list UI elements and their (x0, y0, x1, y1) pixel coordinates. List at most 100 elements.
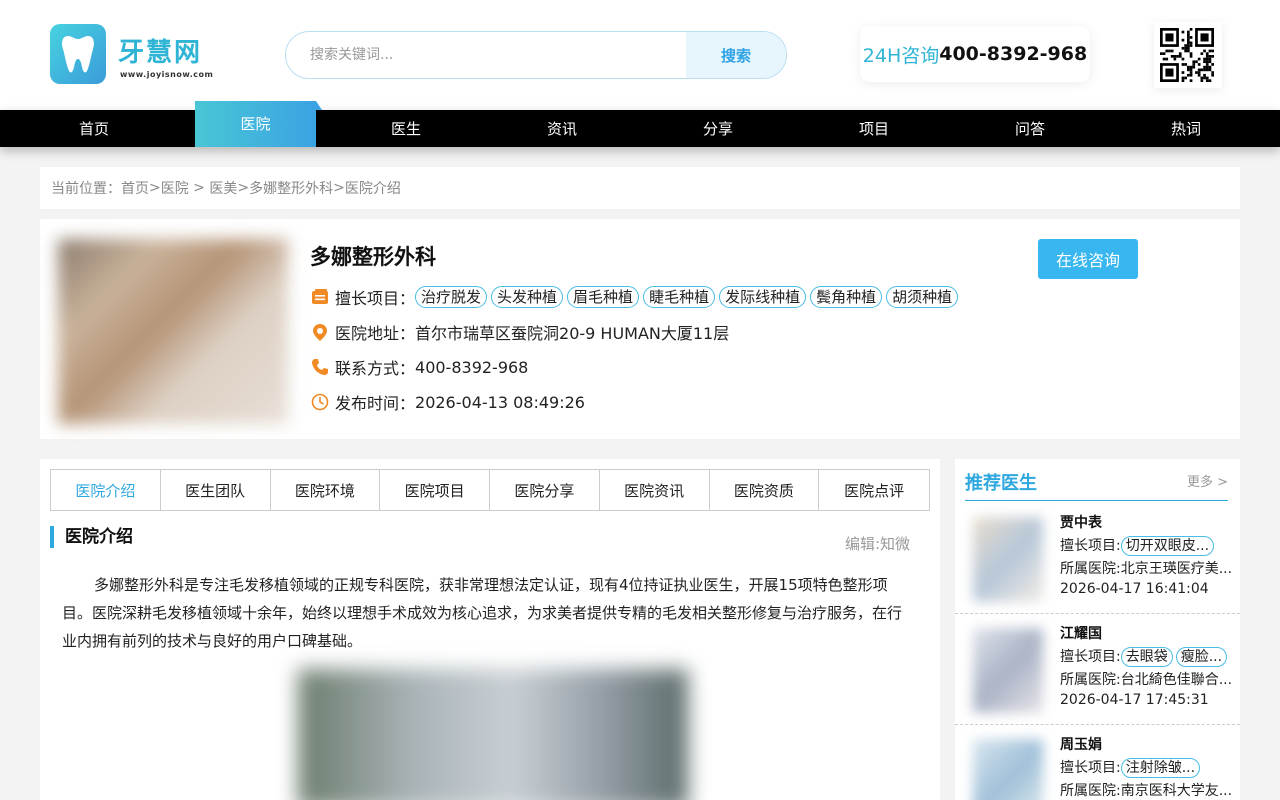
breadcrumb-hospital[interactable]: 医院 (161, 178, 189, 198)
nav-item-hospital[interactable]: 医院 (195, 101, 322, 147)
specialty-tag[interactable]: 胡须种植 (886, 286, 959, 308)
specialty-tag[interactable]: 鬓角种植 (810, 286, 883, 308)
published-label: 发布时间： (335, 394, 416, 413)
specialty-tag[interactable]: 睫毛种植 (643, 286, 716, 308)
doctor-photo (973, 739, 1043, 800)
specialty-row: 擅长项目： 治疗脱发 头发种植 眉毛种植 睫毛种植 发际线种植 鬓角种植 胡须种… (310, 284, 962, 310)
specialty-tag[interactable]: 眉毛种植 (567, 286, 640, 308)
hospital-value: 北京王瑛医疗美... (1120, 561, 1233, 577)
nav-item-hotwords[interactable]: 热词 (1108, 110, 1264, 147)
nav-item-doctor[interactable]: 医生 (328, 110, 484, 147)
tab-doctor-team[interactable]: 医生团队 (161, 470, 271, 510)
hospital-label: 所属医院: (1060, 672, 1121, 688)
hospital-name: 多娜整形外科 (310, 245, 436, 269)
doctor-hospital: 所属医院:北京王瑛医疗美... (1060, 558, 1240, 578)
nav-item-home[interactable]: 首页 (16, 110, 172, 147)
specialty-label: 擅长项目: (1060, 760, 1121, 776)
doctor-specialty: 擅长项目: 切开双眼皮... (1060, 535, 1240, 556)
hospital-value: 台北綺色佳聯合... (1120, 672, 1233, 688)
location-pin-icon (310, 322, 330, 342)
qr-code-icon (1154, 22, 1222, 88)
breadcrumb-home[interactable]: 首页 (121, 178, 149, 198)
doctor-tag[interactable]: 瘦脸... (1175, 647, 1228, 667)
breadcrumb-sep: > (188, 180, 210, 196)
specialty-tag[interactable]: 头发种植 (491, 286, 564, 308)
nav-item-share[interactable]: 分享 (640, 110, 796, 147)
online-consult-button[interactable]: 在线咨询 (1038, 239, 1138, 279)
doctor-name: 贾中表 (1060, 515, 1102, 531)
search-box: 搜索 (285, 31, 787, 79)
site-header: 牙慧网 www.joyisnow.com 搜索 24H咨询400-8392-96… (0, 0, 1280, 110)
doctor-hospital: 所属医院:南京医科大学友... (1060, 780, 1240, 800)
site-logo[interactable]: 牙慧网 www.joyisnow.com (50, 24, 220, 86)
doctor-tag[interactable]: 切开双眼皮... (1120, 536, 1215, 556)
tab-qualification[interactable]: 医院资质 (710, 470, 820, 510)
specialty-label: 擅长项目: (1060, 649, 1121, 665)
search-button[interactable]: 搜索 (686, 32, 786, 78)
hospital-image (58, 239, 288, 424)
doctor-card[interactable]: 周玉娟 擅长项目: 注射除皱... 所属医院:南京医科大学友... (955, 725, 1240, 800)
hospital-label: 所属医院: (1060, 783, 1121, 799)
address-value: 首尔市瑞草区蚕院洞20-9 HUMAN大厦11层 (415, 324, 730, 343)
doctor-date: 2026-04-17 17:45:31 (1060, 692, 1209, 708)
doctor-tag[interactable]: 去眼袋 (1120, 647, 1173, 667)
clock-icon (310, 392, 330, 412)
specialty-tag[interactable]: 发际线种植 (719, 286, 807, 308)
more-link[interactable]: 更多 > (1187, 471, 1228, 490)
hotline-label: 24H咨询 (862, 44, 940, 67)
nav-item-qa[interactable]: 问答 (952, 110, 1108, 147)
detail-tabs: 医院介绍 医生团队 医院环境 医院项目 医院分享 医院资讯 医院资质 医院点评 (50, 469, 930, 511)
published-value: 2026-04-13 08:49:26 (415, 392, 585, 412)
sidebar-title: 推荐医生 (965, 473, 1037, 494)
tab-environment[interactable]: 医院环境 (271, 470, 381, 510)
breadcrumb-category[interactable]: 医美 (209, 178, 237, 198)
doctor-date: 2026-04-17 16:41:04 (1060, 581, 1209, 597)
specialty-tag[interactable]: 治疗脱发 (415, 286, 488, 308)
hospital-card: 多娜整形外科 在线咨询 擅长项目： 治疗脱发 头发种植 眉毛种植 睫毛种植 发际… (40, 219, 1240, 439)
sidebar-header: 推荐医生 更多 > (965, 469, 1228, 501)
doctor-hospital: 所属医院:台北綺色佳聯合... (1060, 669, 1240, 689)
section-title: 医院介绍 (50, 526, 920, 548)
doctor-photo (973, 628, 1043, 713)
breadcrumb-hospital-name[interactable]: 多娜整形外科 (249, 178, 333, 198)
specialty-label: 擅长项目： (335, 289, 416, 308)
intro-image (298, 669, 688, 800)
phone-icon (310, 357, 330, 377)
nav-item-news[interactable]: 资讯 (484, 110, 640, 147)
tab-reviews[interactable]: 医院点评 (819, 470, 929, 510)
specialty-label: 擅长项目: (1060, 538, 1121, 554)
logo-name: 牙慧网 (118, 38, 203, 68)
editor-credit: 编辑:知微 (844, 535, 910, 553)
published-row: 发布时间： 2026-04-13 08:49:26 (310, 389, 585, 415)
tab-news[interactable]: 医院资讯 (600, 470, 710, 510)
doctor-specialty: 擅长项目: 注射除皱... (1060, 757, 1240, 778)
intro-text: 多娜整形外科是专注毛发移植领域的正规专科医院，获非常理想法定认证，现有4位持证执… (62, 576, 903, 650)
contact-value: 400-8392-968 (415, 357, 529, 377)
breadcrumb-sep: > (333, 180, 345, 196)
logo-url: www.joyisnow.com (120, 70, 214, 79)
search-input[interactable] (286, 32, 686, 78)
hospital-value: 南京医科大学友... (1120, 783, 1233, 799)
tab-projects[interactable]: 医院项目 (380, 470, 490, 510)
tab-shares[interactable]: 医院分享 (490, 470, 600, 510)
hospital-detail-panel: 医院介绍 医生团队 医院环境 医院项目 医院分享 医院资讯 医院资质 医院点评 … (40, 459, 940, 800)
address-label: 医院地址： (335, 324, 416, 343)
breadcrumb-sep: > (149, 180, 161, 196)
doctor-card[interactable]: 贾中表 擅长项目: 切开双眼皮... 所属医院:北京王瑛医疗美... 2026-0… (955, 503, 1240, 614)
breadcrumb-prefix: 当前位置： (51, 181, 121, 197)
breadcrumb-current: 医院介绍 (344, 181, 401, 197)
tab-intro[interactable]: 医院介绍 (51, 470, 161, 510)
doctor-name: 周玉娟 (1060, 737, 1102, 753)
nav-item-project[interactable]: 项目 (796, 110, 952, 147)
doctor-tag[interactable]: 注射除皱... (1120, 758, 1201, 778)
tooth-icon (50, 24, 106, 84)
hotline-number: 400-8392-968 (939, 43, 1088, 65)
hotline-box: 24H咨询 400-8392-968 (860, 26, 1090, 82)
doctor-name: 江耀国 (1060, 626, 1102, 642)
breadcrumb-sep: > (237, 180, 250, 196)
hospital-label: 所属医院: (1060, 561, 1121, 577)
doctor-photo (973, 517, 1043, 602)
contact-row: 联系方式： 400-8392-968 (310, 354, 528, 380)
main-nav: 首页 医院 医生 资讯 分享 项目 问答 热词 (0, 101, 1280, 147)
doctor-card[interactable]: 江耀国 擅长项目: 去眼袋 瘦脸... 所属医院:台北綺色佳聯合... 2026-0… (955, 614, 1240, 725)
